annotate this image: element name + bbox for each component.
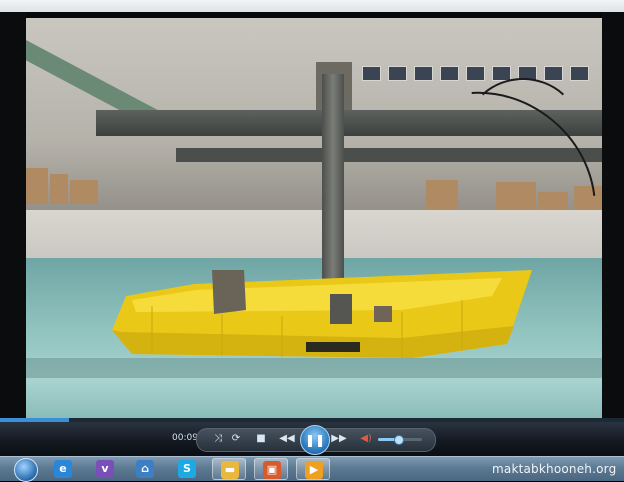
media-app-icon: ▣: [263, 461, 281, 479]
cardboard-box: [50, 174, 68, 204]
rewind-icon[interactable]: ◀◀: [279, 431, 295, 447]
taskbar-button[interactable]: ▣: [254, 458, 288, 480]
yellow-model-boat: [112, 270, 532, 358]
pause-icon[interactable]: ❚❚: [300, 425, 330, 455]
cardboard-box: [26, 168, 48, 204]
wall-poster: [544, 66, 563, 81]
windows-logo-icon: [14, 458, 38, 482]
wall-poster: [440, 66, 459, 81]
wall-poster: [414, 66, 433, 81]
media-player-icon: ▶: [305, 461, 323, 479]
wall-poster: [570, 66, 589, 81]
repeat-icon[interactable]: ⟳: [228, 431, 244, 447]
taskbar-button[interactable]: ▬: [212, 458, 246, 480]
window-top-strip: [0, 0, 624, 12]
frame-right: [602, 12, 624, 426]
taskbar-button[interactable]: e: [46, 458, 80, 480]
elapsed-time: 00:09: [172, 433, 198, 443]
wall-poster: [362, 66, 381, 81]
start-button[interactable]: [4, 458, 44, 482]
volume-thumb[interactable]: [393, 435, 404, 445]
wall-poster: [388, 66, 407, 81]
taskbar-button[interactable]: S: [170, 458, 204, 480]
taskbar: e v ⌂ S ▬ ▣ ▶ maktabkhooneh.org: [0, 456, 624, 482]
taskbar-button[interactable]: ▶: [296, 458, 330, 480]
media-player-window: 00:09 ⤨ ⟳ ■ ◀◀ ❚❚ ▶▶ ◀): [0, 0, 624, 456]
shuffle-icon[interactable]: ⤨: [210, 431, 226, 447]
viber-icon: v: [96, 460, 114, 478]
wall-poster: [466, 66, 485, 81]
video-frame[interactable]: [26, 18, 602, 422]
player-controls: 00:09 ⤨ ⟳ ■ ◀◀ ❚❚ ▶▶ ◀): [0, 422, 624, 456]
app-icon: ⌂: [136, 460, 154, 478]
speaker-icon[interactable]: ◀): [358, 431, 374, 447]
cable: [466, 78, 580, 182]
cardboard-box: [70, 180, 98, 204]
skype-icon: S: [178, 460, 196, 478]
watermark-text: maktabkhooneh.org: [492, 462, 617, 476]
folder-icon: ▬: [221, 461, 239, 479]
taskbar-button[interactable]: v: [88, 458, 122, 480]
internet-explorer-icon: e: [54, 460, 72, 478]
fast-forward-icon[interactable]: ▶▶: [331, 431, 347, 447]
stop-icon[interactable]: ■: [253, 431, 269, 447]
frame-left: [0, 12, 26, 426]
volume-slider[interactable]: [378, 435, 422, 445]
taskbar-button[interactable]: ⌂: [128, 458, 162, 480]
